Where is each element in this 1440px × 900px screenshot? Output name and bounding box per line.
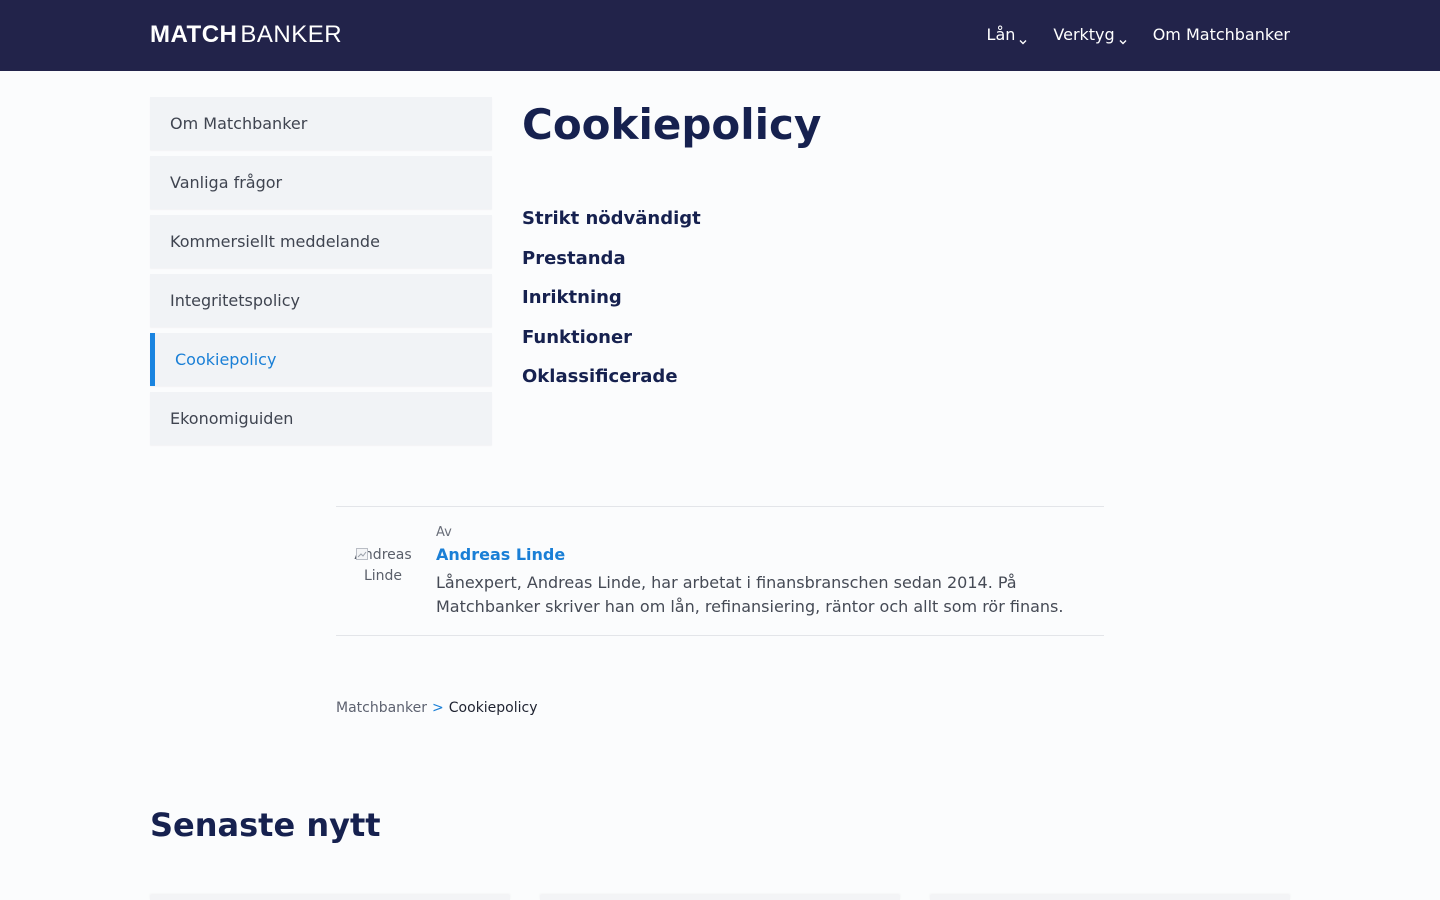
nav-item-lan[interactable]: Lån	[987, 24, 1029, 46]
author-bio: Lånexpert, Andreas Linde, har arbetat i …	[436, 573, 1064, 616]
main-content: Cookiepolicy Strikt nödvändigt Prestanda…	[522, 97, 1282, 406]
news-card[interactable]	[930, 895, 1290, 900]
sidebar-item-integritetspolicy[interactable]: Integritetspolicy	[150, 274, 492, 327]
author-meta: Av Andreas Linde Lånexpert, Andreas Lind…	[436, 525, 1096, 619]
nav-item-om-matchbanker[interactable]: Om Matchbanker	[1153, 24, 1290, 46]
sidebar-item-label: Ekonomiguiden	[170, 409, 294, 428]
broken-image-icon	[356, 546, 368, 560]
section-link-funktioner[interactable]: Funktioner	[522, 327, 1282, 349]
section-link-strikt-nodvandigt[interactable]: Strikt nödvändigt	[522, 208, 1282, 230]
latest-news-cards	[150, 895, 1290, 900]
breadcrumb-home-link[interactable]: Matchbanker	[336, 699, 427, 717]
sidebar-item-label: Cookiepolicy	[175, 350, 277, 369]
sidebar-item-label: Vanliga frågor	[170, 173, 283, 192]
nav-item-label: Verktyg	[1053, 25, 1115, 44]
main-nav: Lån Verktyg Om Matchbanker	[987, 24, 1290, 46]
section-link-prestanda[interactable]: Prestanda	[522, 248, 1282, 270]
sidebar-item-label: Integritetspolicy	[170, 291, 300, 310]
breadcrumb-current: Cookiepolicy	[448, 700, 538, 716]
nav-item-label: Lån	[986, 25, 1016, 44]
news-card[interactable]	[150, 895, 510, 900]
matchbanker-logo[interactable]: MATCH BANKER	[150, 21, 342, 49]
author-by-label: Av	[436, 525, 452, 540]
top-navigation-bar: MATCH BANKER Lån Verktyg Om Matchbanker	[0, 0, 1440, 71]
page-title: Cookiepolicy	[522, 100, 822, 149]
sidebar-item-label: Om Matchbanker	[170, 114, 308, 133]
breadcrumb: Matchbanker > Cookiepolicy	[336, 699, 538, 717]
author-name-link[interactable]: Andreas Linde	[436, 544, 1096, 566]
nav-item-verktyg[interactable]: Verktyg	[1053, 24, 1127, 46]
section-link-inriktning[interactable]: Inriktning	[522, 287, 1282, 309]
cookie-section-list: Strikt nödvändigt Prestanda Inriktning F…	[522, 208, 1282, 388]
sidebar-item-label: Kommersiellt meddelande	[170, 232, 380, 251]
chevron-down-icon	[1118, 31, 1128, 45]
breadcrumb-separator: >	[432, 700, 444, 716]
logo-text-bold: MATCH	[150, 21, 238, 48]
sidebar-item-kommersiellt-meddelande[interactable]: Kommersiellt meddelande	[150, 215, 492, 268]
logo-text-light: BANKER	[240, 21, 343, 48]
sidebar-item-vanliga-fragor[interactable]: Vanliga frågor	[150, 156, 492, 209]
avatar: Andreas Linde	[354, 545, 412, 601]
news-card[interactable]	[540, 895, 900, 900]
chevron-down-icon	[1018, 31, 1028, 45]
sidebar-item-om-matchbanker[interactable]: Om Matchbanker	[150, 97, 492, 150]
section-link-oklassificerade[interactable]: Oklassificerade	[522, 366, 1282, 388]
latest-news-heading: Senaste nytt	[150, 806, 381, 844]
sidebar-menu: Om Matchbanker Vanliga frågor Kommersiel…	[150, 97, 492, 451]
sidebar-item-ekonomiguiden[interactable]: Ekonomiguiden	[150, 392, 492, 445]
nav-item-label: Om Matchbanker	[1152, 25, 1290, 44]
sidebar-item-cookiepolicy[interactable]: Cookiepolicy	[150, 333, 492, 386]
author-card: Andreas Linde Av Andreas Linde Lånexpert…	[336, 506, 1104, 636]
